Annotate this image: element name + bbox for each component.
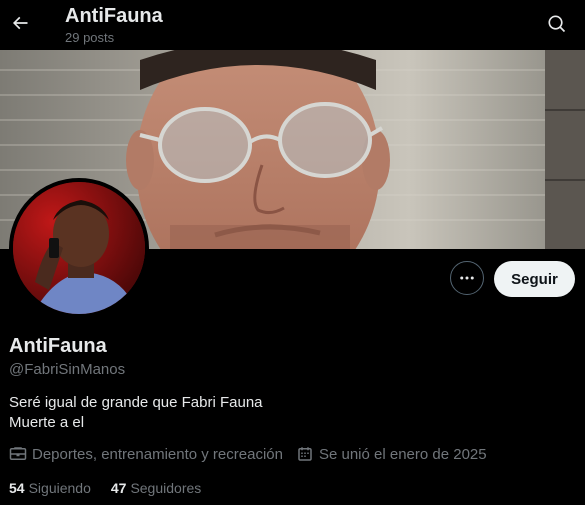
more-options-button[interactable] — [450, 261, 484, 295]
follow-button[interactable]: Seguir — [494, 261, 575, 297]
followers-count: 47 — [110, 480, 127, 496]
joined-item: Se unió el enero de 2025 — [296, 445, 487, 463]
search-icon — [548, 15, 566, 33]
joined-text: Se unió el enero de 2025 — [318, 445, 487, 463]
bio-line: Seré igual de grande que Fabri Fauna — [9, 394, 263, 411]
calendar-icon — [298, 447, 312, 461]
page-title: AntiFauna — [65, 5, 163, 27]
following-count: 54 — [9, 480, 25, 496]
bio-line: Muerte a el — [9, 414, 85, 431]
user-handle: @FabriSinManos — [9, 361, 126, 378]
top-bar: AntiFauna 29 posts — [0, 0, 585, 50]
category-text: Deportes, entrenamiento y recreación — [32, 445, 283, 463]
following-link[interactable]: 54 Siguiendo — [9, 480, 91, 496]
followers-link[interactable]: 47 Seguidores — [111, 480, 201, 496]
bio: Seré igual de grande que Fabri Fauna Mue… — [9, 393, 263, 433]
search-button[interactable] — [540, 7, 574, 41]
avatar-photo — [13, 182, 145, 314]
display-name: AntiFauna — [9, 335, 107, 357]
avatar[interactable] — [9, 178, 149, 318]
post-count: 29 posts — [65, 30, 115, 45]
arrow-left-icon — [12, 16, 28, 30]
more-dots-icon — [460, 276, 474, 280]
back-button[interactable] — [4, 5, 36, 41]
category-item: Deportes, entrenamiento y recreación — [9, 445, 283, 463]
profile-meta: Deportes, entrenamiento y recreación Se … — [9, 444, 500, 464]
follow-stats: 54 Siguiendo 47 Seguidores — [9, 479, 221, 497]
briefcase-icon — [9, 447, 27, 460]
following-label: Siguiendo — [28, 480, 91, 496]
followers-label: Seguidores — [130, 480, 202, 496]
